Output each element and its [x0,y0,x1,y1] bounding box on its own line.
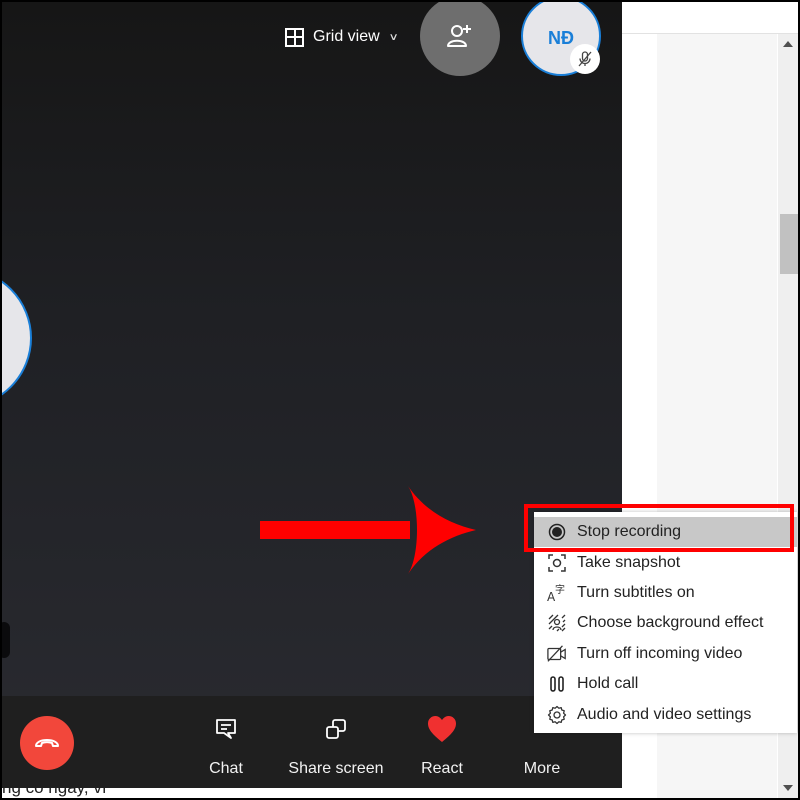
end-call-button[interactable] [20,716,74,770]
annotation-arrow [260,486,476,574]
scrollbar-thumb[interactable] [780,214,798,274]
menu-item-label: Choose background effect [577,614,764,631]
muted-status-badge [570,44,600,74]
avatar-initials: NĐ [548,27,574,48]
view-selector-button[interactable]: Grid view ∨ [285,24,399,50]
menu-item-label: Turn off incoming video [577,645,743,662]
add-participant-button[interactable] [420,2,500,76]
call-controls-bar: Chat Share screen React More [2,696,622,788]
more-options-menu: Stop recording Take snapshot A 字 Turn su… [534,512,797,733]
background-effect-icon [548,614,566,632]
more-label: More [523,760,561,777]
chat-icon [216,719,236,739]
chevron-down-icon: ∨ [388,31,399,43]
share-screen-icon [326,719,346,739]
document-text: ng có ngày, vì [2,788,107,798]
call-window: Grid view ∨ NĐ Chat Share screen React M… [2,2,622,788]
record-icon [548,523,566,541]
menu-item-label: Turn subtitles on [577,584,695,601]
hang-up-icon [35,739,59,747]
subtitles-icon: A 字 [547,583,565,603]
menu-item-choose-background-effect[interactable]: Choose background effect [534,608,797,638]
chat-label: Chat [209,760,243,777]
participant-tile[interactable] [2,268,32,408]
menu-item-stop-recording[interactable]: Stop recording [534,517,797,547]
view-selector-label: Grid view [313,28,380,45]
menu-item-label: Take snapshot [577,554,681,571]
menu-item-turn-subtitles-on[interactable]: A 字 Turn subtitles on [534,578,797,608]
share-screen-button[interactable]: Share screen [286,714,386,780]
menu-item-turn-off-incoming-video[interactable]: Turn off incoming video [534,639,797,669]
grid-icon [285,27,304,47]
side-panel-handle[interactable] [2,622,10,658]
call-top-controls: Grid view ∨ NĐ [2,2,622,76]
menu-item-take-snapshot[interactable]: Take snapshot [534,548,797,578]
scroll-down-arrow-icon[interactable] [783,785,793,791]
react-label: React [421,760,463,777]
menu-item-label: Audio and video settings [577,706,752,723]
document-toolbar [622,2,798,34]
scroll-up-arrow-icon[interactable] [783,41,793,47]
react-button[interactable]: React [392,714,492,780]
share-screen-label: Share screen [288,760,384,777]
video-off-icon [547,645,566,662]
menu-item-label: Hold call [577,675,639,692]
svg-text:字: 字 [555,583,565,596]
add-person-icon [447,25,471,47]
heart-icon [428,716,456,742]
menu-item-audio-video-settings[interactable]: Audio and video settings [534,700,797,730]
gear-icon [547,705,567,725]
menu-item-hold-call[interactable]: Hold call [534,669,797,699]
hold-icon [550,676,564,692]
document-text-strip: ng có ngày, vì [2,788,622,798]
snapshot-icon [548,554,566,572]
mic-off-icon [578,51,592,67]
menu-item-label: Stop recording [577,523,682,540]
chat-button[interactable]: Chat [176,714,276,780]
